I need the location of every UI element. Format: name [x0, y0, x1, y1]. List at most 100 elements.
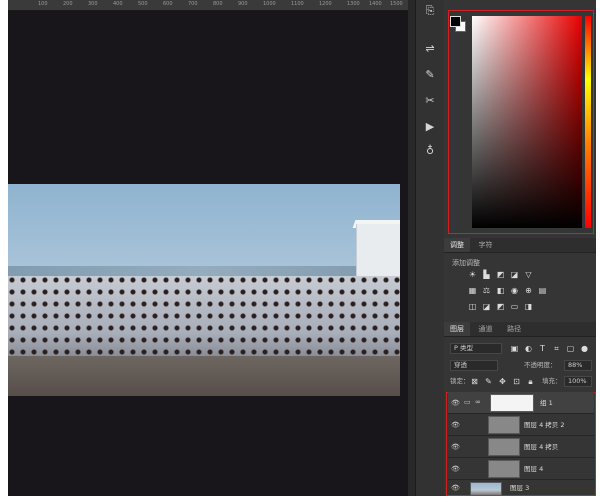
type-filter-icon[interactable]: T [538, 344, 547, 353]
threshold-icon[interactable]: ◩ [496, 302, 505, 311]
levels-icon[interactable]: ▙ [482, 270, 491, 279]
adjust-sliders-icon[interactable]: ⇌ [422, 42, 438, 56]
ground [8, 356, 400, 396]
layers-tabs: 图层 通道 路径 [444, 322, 596, 337]
brush-icon[interactable]: ✎ [422, 68, 438, 82]
lock-position-icon[interactable]: ✥ [498, 377, 507, 386]
tab-channels[interactable]: 通道 [473, 322, 499, 336]
history-icon[interactable]: ⎘ [422, 4, 438, 18]
adjust-icons-row-2: ▦ ⚖ ◧ ◉ ⊕ ▤ [468, 286, 547, 296]
layer-thumbnail [470, 482, 502, 496]
shape-filter-icon[interactable]: ⌗ [552, 344, 561, 353]
exposure-icon[interactable]: ◪ [510, 270, 519, 279]
layer-row[interactable]: 👁︎ 图层 4 拷贝 [448, 436, 594, 458]
brightness-icon[interactable]: ☀ [468, 270, 477, 279]
ruler-tick: 1300 [347, 1, 360, 7]
lock-pixels-icon[interactable]: ✎ [484, 377, 493, 386]
layer-thumbnail [488, 438, 520, 456]
horizontal-ruler[interactable]: 100 200 300 400 500 600 700 800 900 1000… [8, 0, 408, 11]
fill-input[interactable]: 100% [564, 376, 592, 387]
eye-icon[interactable]: 👁︎ [451, 421, 460, 429]
link-icon: ∞ [475, 398, 481, 406]
screenshot-frame: 100 200 300 400 500 600 700 800 900 1000… [0, 0, 600, 502]
adjustment-filter-icon[interactable]: ◐ [524, 344, 533, 353]
filter-toggle-icon[interactable]: ● [580, 344, 589, 353]
crowd-of-students [8, 276, 400, 356]
ruler-tick: 500 [138, 1, 148, 7]
eye-icon[interactable]: 👁︎ [451, 484, 460, 492]
tab-paths[interactable]: 路径 [501, 322, 527, 336]
opacity-input[interactable]: 88% [564, 360, 592, 371]
vibrance-icon[interactable]: ▽ [524, 270, 533, 279]
ruler-tick: 300 [88, 1, 98, 7]
right-panel: 调整 字符 添加调整 ☀ ▙ ◩ ◪ ▽ ▦ ⚖ ◧ ◉ ⊕ ▤ ◫ ◪ ◩ ▭… [444, 0, 596, 496]
photoshop-window: 100 200 300 400 500 600 700 800 900 1000… [8, 0, 596, 496]
layer-name: 图层 3 [510, 484, 530, 492]
ruler-tick: 1100 [291, 1, 304, 7]
tab-character[interactable]: 字符 [473, 238, 499, 252]
lock-label: 锁定： [450, 377, 470, 385]
layer-name: 图层 4 拷贝 2 [524, 421, 565, 429]
layer-name: 图层 4 [524, 465, 544, 473]
channel-mixer-icon[interactable]: ⊕ [524, 286, 533, 295]
curves-icon[interactable]: ◩ [496, 270, 505, 279]
tab-adjustments[interactable]: 调整 [444, 238, 470, 252]
tab-layers[interactable]: 图层 [444, 322, 470, 336]
ruler-tick: 700 [188, 1, 198, 7]
hue-slider[interactable] [585, 16, 591, 228]
pixel-filter-icon[interactable]: ▣ [510, 344, 519, 353]
fill-label: 填充： [542, 377, 562, 385]
adjust-icons-row-1: ☀ ▙ ◩ ◪ ▽ [468, 270, 533, 280]
ruler-tick: 1000 [263, 1, 276, 7]
color-field[interactable] [472, 16, 582, 228]
opacity-label: 不透明度： [524, 361, 557, 369]
folder-icon: ▭ [464, 398, 471, 406]
layer-row[interactable]: 👁︎ 图层 4 [448, 458, 594, 480]
filter-icons: ▣ ◐ T ⌗ ▢ ● [510, 344, 589, 354]
lock-all-icon[interactable]: 🔒︎ [526, 377, 535, 386]
document-canvas[interactable] [8, 11, 408, 496]
color-balance-icon[interactable]: ⚖ [482, 286, 491, 295]
smart-object-filter-icon[interactable]: ▢ [566, 344, 575, 353]
eye-icon[interactable]: 👁︎ [451, 399, 460, 407]
gradient-map-icon[interactable]: ▭ [510, 302, 519, 311]
ruler-tick: 1500 [390, 1, 403, 7]
adjust-icons-row-3: ◫ ◪ ◩ ▭ ◨ [468, 302, 533, 312]
adjust-tabs: 调整 字符 [444, 238, 596, 253]
group-photo-image[interactable] [8, 184, 400, 396]
lightbulb-icon[interactable]: ♁ [422, 144, 438, 158]
adjustments-title: 添加调整 [452, 259, 480, 267]
ruler-tick: 200 [63, 1, 73, 7]
black-white-icon[interactable]: ◧ [496, 286, 505, 295]
lock-transparency-icon[interactable]: ⊠ [470, 377, 479, 386]
lock-artboard-icon[interactable]: ⊡ [512, 377, 521, 386]
layer-thumbnail [488, 416, 520, 434]
play-icon[interactable]: ▶ [422, 120, 438, 134]
eye-icon[interactable]: 👁︎ [451, 443, 460, 451]
kind-filter-select[interactable]: P 类型 [450, 343, 502, 354]
eye-icon[interactable]: 👁︎ [451, 465, 460, 473]
color-lookup-icon[interactable]: ▤ [538, 286, 547, 295]
posterize-icon[interactable]: ◪ [482, 302, 491, 311]
ruler-tick: 800 [213, 1, 223, 7]
hue-saturation-icon[interactable]: ▦ [468, 286, 477, 295]
photo-filter-icon[interactable]: ◉ [510, 286, 519, 295]
layer-row[interactable]: 👁︎ 图层 4 拷贝 2 [448, 414, 594, 436]
layer-thumbnail [488, 460, 520, 478]
layer-row-group[interactable]: 👁︎ ▭ ∞ 组 1 [448, 392, 594, 414]
blend-mode-select[interactable]: 穿透 [450, 360, 498, 371]
ruler-tick: 1200 [319, 1, 332, 7]
tools-icon[interactable]: ✂ [422, 94, 438, 108]
ruler-tick: 600 [163, 1, 173, 7]
invert-icon[interactable]: ◫ [468, 302, 477, 311]
layer-name: 组 1 [540, 399, 553, 407]
panel-dock-toolbar: ⎘ ⇌ ✎ ✂ ▶ ♁ [415, 0, 445, 496]
ruler-tick: 1400 [369, 1, 382, 7]
foreground-color-swatch[interactable] [450, 16, 461, 27]
layer-row[interactable]: 👁︎ 图层 3 [448, 480, 594, 496]
ruler-tick: 900 [238, 1, 248, 7]
ruler-tick: 400 [113, 1, 123, 7]
lock-icons: ⊠ ✎ ✥ ⊡ 🔒︎ [470, 377, 535, 387]
layer-mask-thumbnail[interactable] [490, 394, 534, 412]
selective-color-icon[interactable]: ◨ [524, 302, 533, 311]
